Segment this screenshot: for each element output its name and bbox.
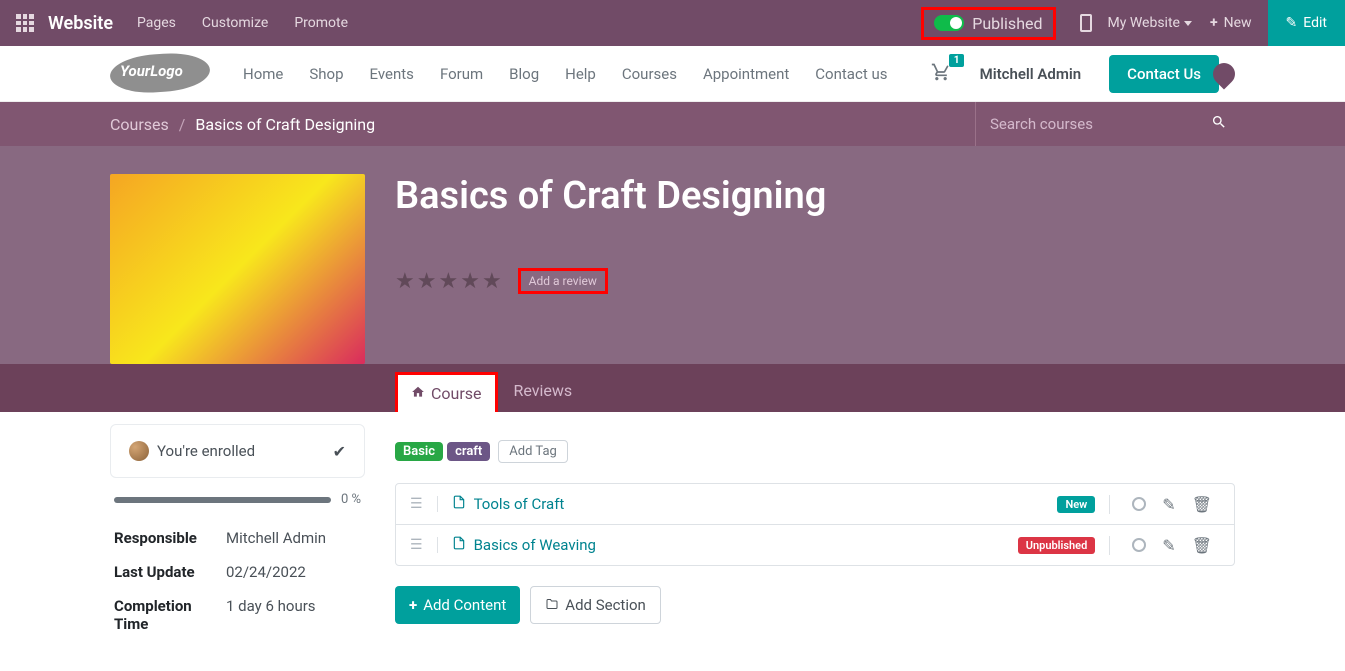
content-actions: + Add Content Add Section (395, 586, 1235, 624)
meta-last-update: Last Update 02/24/2022 (110, 555, 365, 589)
caret-down-icon (1184, 21, 1192, 26)
contact-us-button[interactable]: Contact Us (1109, 55, 1219, 93)
add-tag-button[interactable]: Add Tag (498, 440, 568, 463)
row-actions: ✎ 🗑 (1109, 536, 1220, 555)
row-actions: ✎ 🗑 (1109, 495, 1220, 514)
tab-course[interactable]: Course (395, 372, 498, 412)
content-row: ☰ Basics of Weaving Unpublished ✎ 🗑 (396, 525, 1234, 565)
breadcrumb-root[interactable]: Courses (110, 115, 169, 134)
edit-row-icon[interactable]: ✎ (1162, 495, 1175, 514)
check-icon: ✔ (333, 442, 346, 461)
delete-row-icon[interactable]: 🗑 (1192, 495, 1212, 514)
nav-blog[interactable]: Blog (509, 65, 539, 83)
search-icon[interactable] (1211, 114, 1227, 134)
search-courses-box (975, 102, 1235, 146)
menu-pages[interactable]: Pages (137, 15, 176, 31)
progress-row: 0 % (114, 492, 361, 507)
enrolled-card: You're enrolled ✔ (110, 424, 365, 478)
progress-text: 0 % (341, 492, 361, 507)
delete-row-icon[interactable]: 🗑 (1192, 536, 1212, 555)
pencil-icon: ✎ (1286, 15, 1298, 31)
published-label: Published (972, 14, 1042, 33)
nav-events[interactable]: Events (370, 65, 414, 83)
nav-shop[interactable]: Shop (309, 65, 343, 83)
mywebsite-dropdown[interactable]: My Website (1108, 15, 1192, 31)
badge-unpublished: Unpublished (1018, 537, 1096, 554)
cart-button[interactable]: 1 (930, 62, 952, 86)
drag-handle-icon[interactable]: ☰ (410, 496, 438, 512)
apps-icon[interactable] (16, 14, 34, 32)
mobile-preview-icon[interactable] (1080, 14, 1092, 32)
progress-bar (114, 497, 331, 503)
tag-basic[interactable]: Basic (395, 442, 443, 461)
nav-help[interactable]: Help (565, 65, 596, 83)
star-icon[interactable]: ★ (395, 269, 415, 294)
new-button[interactable]: + New (1210, 15, 1252, 31)
edit-button[interactable]: ✎ Edit (1268, 0, 1345, 46)
pdf-icon (452, 494, 466, 514)
site-logo[interactable]: YourLogo (110, 54, 210, 94)
folder-icon (545, 596, 559, 614)
course-main: Basic craft Add Tag ☰ Tools of Craft New… (365, 412, 1235, 641)
system-topbar: Website Pages Customize Promote Publishe… (0, 0, 1345, 46)
badge-new: New (1057, 496, 1095, 513)
course-content: You're enrolled ✔ 0 % Responsible Mitche… (0, 412, 1345, 671)
star-icon[interactable]: ★ (417, 269, 437, 294)
star-icon[interactable]: ★ (438, 269, 458, 294)
star-icon[interactable]: ★ (482, 269, 502, 294)
site-navbar: YourLogo Home Shop Events Forum Blog Hel… (0, 46, 1345, 102)
tab-reviews[interactable]: Reviews (498, 369, 589, 412)
meta-completion-time: Completion Time 1 day 6 hours (110, 589, 365, 641)
course-sidebar: You're enrolled ✔ 0 % Responsible Mitche… (110, 362, 365, 641)
status-circle-icon[interactable] (1132, 497, 1146, 511)
content-row: ☰ Tools of Craft New ✎ 🗑 (396, 484, 1234, 525)
published-toggle-box: Published (921, 7, 1055, 40)
nav-forum[interactable]: Forum (440, 65, 483, 83)
brand-label[interactable]: Website (48, 13, 113, 34)
user-menu[interactable]: Mitchell Admin (980, 65, 1090, 83)
nav-contact[interactable]: Contact us (815, 65, 887, 83)
plus-icon: + (1210, 15, 1218, 31)
course-title: Basics of Craft Designing (395, 174, 1235, 218)
star-icon[interactable]: ★ (460, 269, 480, 294)
menu-customize[interactable]: Customize (202, 15, 268, 31)
breadcrumb-bar: Courses / Basics of Craft Designing (0, 102, 1345, 146)
published-toggle[interactable] (934, 15, 964, 31)
nav-appointment[interactable]: Appointment (703, 65, 789, 83)
enrolled-text: You're enrolled (157, 442, 333, 460)
add-section-button[interactable]: Add Section (530, 586, 661, 624)
plus-icon: + (409, 596, 417, 614)
menu-promote[interactable]: Promote (294, 15, 348, 31)
course-hero: Basics of Craft Designing ★ ★ ★ ★ ★ Add … (0, 146, 1345, 364)
course-image (110, 174, 365, 364)
add-review-link[interactable]: Add a review (518, 268, 608, 294)
add-content-button[interactable]: + Add Content (395, 586, 520, 624)
home-icon (411, 384, 425, 403)
meta-responsible: Responsible Mitchell Admin (110, 521, 365, 555)
breadcrumb-current: Basics of Craft Designing (195, 115, 375, 134)
content-item-title[interactable]: Tools of Craft (474, 495, 1058, 513)
nav-home[interactable]: Home (243, 65, 283, 83)
tags-row: Basic craft Add Tag (395, 440, 1235, 463)
drag-handle-icon[interactable]: ☰ (410, 537, 438, 553)
course-meta: Responsible Mitchell Admin Last Update 0… (110, 521, 365, 641)
search-courses-input[interactable] (990, 115, 1211, 133)
tag-craft[interactable]: craft (447, 442, 490, 461)
content-item-title[interactable]: Basics of Weaving (474, 536, 1018, 554)
cart-badge: 1 (949, 54, 965, 67)
rating-stars: ★ ★ ★ ★ ★ Add a review (395, 268, 1235, 294)
content-list: ☰ Tools of Craft New ✎ 🗑 ☰ Basics of Wea… (395, 483, 1235, 566)
edit-row-icon[interactable]: ✎ (1162, 536, 1175, 555)
user-avatar (129, 441, 149, 461)
status-circle-icon[interactable] (1132, 538, 1146, 552)
pdf-icon (452, 535, 466, 555)
nav-courses[interactable]: Courses (622, 65, 677, 83)
